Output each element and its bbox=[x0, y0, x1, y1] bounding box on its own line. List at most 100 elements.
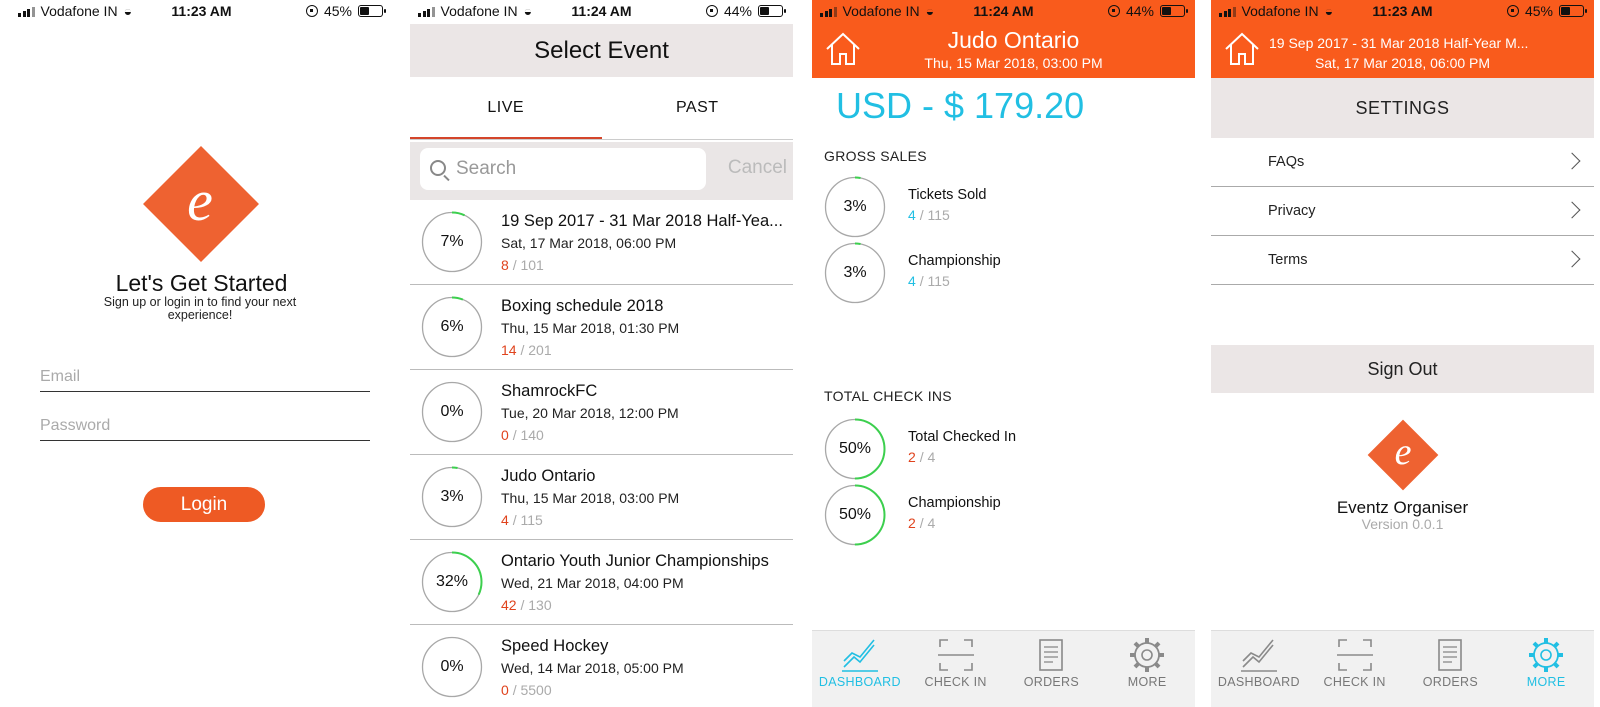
menu-item-label: FAQs bbox=[1268, 154, 1305, 170]
menu-item-faqs[interactable]: FAQs bbox=[1211, 138, 1594, 187]
battery-percent: 45% bbox=[323, 3, 352, 19]
tab-orders[interactable]: ORDERS bbox=[1004, 631, 1100, 707]
app-name: Eventz Organiser bbox=[1336, 498, 1469, 517]
menu-item-privacy[interactable]: Privacy bbox=[1211, 187, 1594, 236]
event-header: Vodafone IN ◒ 11:23 AM 45% 19 Sep 2017 - … bbox=[1211, 0, 1594, 78]
tickets-total: / 101 bbox=[512, 257, 544, 273]
tickets-total: / 5500 bbox=[512, 682, 552, 698]
ticket-counts: 0 / 140 bbox=[501, 427, 544, 443]
tab-label: ORDERS bbox=[1422, 675, 1479, 689]
battery-percent: 45% bbox=[1524, 3, 1553, 19]
menu-item-terms[interactable]: Terms bbox=[1211, 236, 1594, 285]
battery-icon bbox=[1559, 5, 1587, 17]
ticket-counts: 0 / 5500 bbox=[501, 682, 552, 698]
event-date: Sat, 17 Mar 2018, 06:00 PM bbox=[1314, 55, 1491, 71]
tab-orders[interactable]: ORDERS bbox=[1403, 631, 1499, 707]
settings-screen: Vodafone IN ◒ 11:23 AM 45% 19 Sep 2017 - … bbox=[1211, 0, 1594, 707]
tab-label: DASHBOARD bbox=[1217, 675, 1300, 689]
event-date: Wed, 21 Mar 2018, 04:00 PM bbox=[501, 575, 684, 591]
stat-counts: 4 / 115 bbox=[908, 273, 950, 289]
stat-counts: 2 / 4 bbox=[908, 449, 935, 465]
stat-count: 4 bbox=[908, 207, 916, 223]
scan-frame-icon bbox=[1336, 639, 1373, 671]
status-bar: Vodafone IN ◒ 11:23 AM 45% bbox=[10, 0, 393, 24]
tab-live[interactable]: LIVE bbox=[410, 90, 602, 139]
progress-ring: 3% bbox=[824, 242, 886, 304]
tab-check-in[interactable]: CHECK IN bbox=[1307, 631, 1403, 707]
status-bar: Vodafone IN ◒ 11:24 AM 44% bbox=[410, 0, 793, 24]
bottom-tab-bar: DASHBOARD CHECK IN ORDERS MORE bbox=[812, 630, 1195, 707]
tickets-total: / 130 bbox=[520, 597, 552, 613]
event-list-item[interactable]: 32% Ontario Youth Junior Championships Wed… bbox=[410, 540, 793, 625]
tickets-sold: 0 bbox=[501, 427, 509, 443]
stat-row: 50% Total Checked In 2 / 4 bbox=[824, 418, 1184, 484]
tickets-sold: 14 bbox=[501, 342, 517, 358]
event-header: Vodafone IN ◒ 11:24 AM 44% Judo Ontario T… bbox=[812, 0, 1195, 78]
total-revenue: USD - $ 179.20 bbox=[836, 85, 1085, 126]
sign-out-button[interactable]: Sign Out bbox=[1211, 345, 1594, 393]
event-title: Judo Ontario bbox=[501, 467, 596, 485]
progress-percent: 0% bbox=[440, 658, 464, 675]
login-button[interactable]: Login bbox=[143, 487, 265, 522]
stat-name: Tickets Sold bbox=[908, 187, 987, 203]
event-list: 7% 19 Sep 2017 - 31 Mar 2018 Half-Yea... S… bbox=[410, 200, 793, 707]
stat-total: / 115 bbox=[919, 273, 950, 289]
logo-letter: e bbox=[1394, 431, 1412, 473]
event-date: Wed, 14 Mar 2018, 05:00 PM bbox=[501, 660, 684, 676]
event-list-item[interactable]: 0% ShamrockFC Tue, 20 Mar 2018, 12:00 PM 0 … bbox=[410, 370, 793, 455]
event-title: Judo Ontario bbox=[947, 27, 1080, 53]
tab-more[interactable]: MORE bbox=[1099, 631, 1195, 707]
progress-percent: 50% bbox=[838, 506, 872, 523]
stat-row: 3% Championship 4 / 115 bbox=[824, 242, 1184, 308]
stat-total: / 4 bbox=[919, 449, 936, 465]
receipt-icon bbox=[1039, 639, 1064, 671]
tab-dashboard[interactable]: DASHBOARD bbox=[812, 631, 908, 707]
event-list-item[interactable]: 7% 19 Sep 2017 - 31 Mar 2018 Half-Yea... S… bbox=[410, 200, 793, 285]
stat-counts: 4 / 115 bbox=[908, 207, 950, 223]
event-title: 19 Sep 2017 - 31 Mar 2018 Half-Yea... bbox=[501, 212, 783, 230]
tab-label: MORE bbox=[1127, 675, 1167, 689]
gear-icon bbox=[1130, 638, 1165, 672]
tab-label: DASHBOARD bbox=[818, 675, 901, 689]
stat-count: 2 bbox=[908, 449, 916, 465]
login-screen: Vodafone IN ◒ 11:23 AM 45% e Let's Get St… bbox=[10, 0, 393, 707]
event-date: Tue, 20 Mar 2018, 12:00 PM bbox=[501, 405, 679, 421]
orientation-lock-icon bbox=[1506, 5, 1519, 17]
progress-ring: 3% bbox=[421, 466, 483, 528]
stat-counts: 2 / 4 bbox=[908, 515, 935, 531]
logo-letter: e bbox=[187, 168, 213, 233]
search-icon bbox=[430, 160, 446, 176]
event-list-item[interactable]: 6% Boxing schedule 2018 Thu, 15 Mar 2018, … bbox=[410, 285, 793, 370]
stat-total: / 4 bbox=[919, 515, 936, 531]
search-input[interactable] bbox=[420, 148, 706, 190]
tab-dashboard[interactable]: DASHBOARD bbox=[1211, 631, 1307, 707]
event-list-item[interactable]: 3% Judo Ontario Thu, 15 Mar 2018, 03:00 PM… bbox=[410, 455, 793, 540]
scan-frame-icon bbox=[937, 639, 974, 671]
battery-percent: 44% bbox=[1125, 3, 1154, 19]
email-field[interactable] bbox=[40, 362, 370, 392]
page-subtitle: Sign up or login in to find your next ex… bbox=[103, 295, 297, 322]
tab-past[interactable]: PAST bbox=[602, 90, 794, 139]
stat-name: Total Checked In bbox=[908, 429, 1017, 445]
orientation-lock-icon bbox=[705, 5, 718, 17]
battery-percent: 44% bbox=[723, 3, 752, 19]
progress-ring: 6% bbox=[421, 296, 483, 358]
ticket-counts: 8 / 101 bbox=[501, 257, 544, 273]
battery-icon bbox=[758, 5, 786, 17]
progress-percent: 3% bbox=[843, 198, 867, 215]
tickets-total: / 115 bbox=[512, 512, 543, 528]
menu-item-label: Privacy bbox=[1268, 203, 1316, 219]
tab-more[interactable]: MORE bbox=[1498, 631, 1594, 707]
progress-ring: 0% bbox=[421, 381, 483, 443]
tab-check-in[interactable]: CHECK IN bbox=[908, 631, 1004, 707]
ticket-counts: 42 / 130 bbox=[501, 597, 552, 613]
stat-name: Championship bbox=[908, 495, 1001, 511]
tickets-sold: 42 bbox=[501, 597, 517, 613]
cancel-button[interactable]: Cancel bbox=[728, 157, 787, 179]
password-field[interactable] bbox=[40, 411, 370, 441]
chevron-right-icon bbox=[1563, 201, 1581, 219]
event-list-item[interactable]: 0% Speed Hockey Wed, 14 Mar 2018, 05:00 PM… bbox=[410, 625, 793, 707]
tickets-total: / 201 bbox=[520, 342, 552, 358]
event-title: Speed Hockey bbox=[501, 637, 609, 655]
event-title: 19 Sep 2017 - 31 Mar 2018 Half-Year M... bbox=[1269, 35, 1529, 51]
